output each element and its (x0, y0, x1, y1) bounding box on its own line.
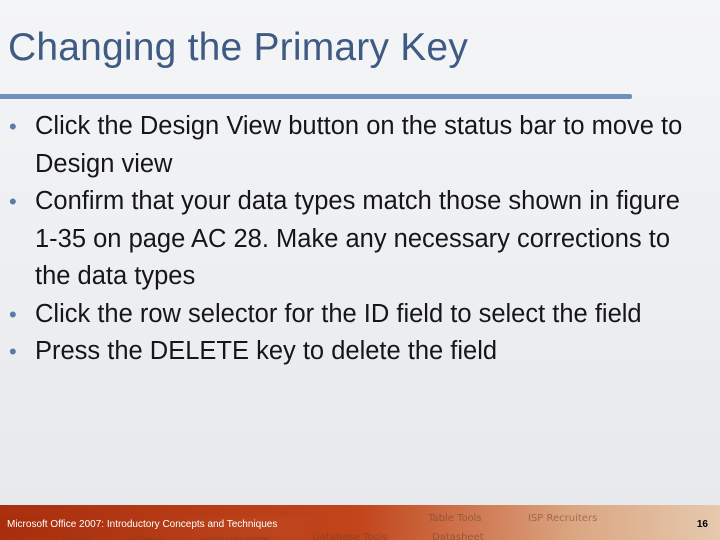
page-number: 16 (696, 519, 708, 530)
bullet-item: • Press the DELETE key to delete the fie… (8, 333, 703, 371)
bullet-icon: • (9, 301, 17, 327)
bullet-text: Click the row selector for the ID field … (35, 299, 642, 328)
footer-text: Microsoft Office 2007: Introductory Conc… (7, 519, 278, 530)
bullet-icon: • (9, 189, 17, 214)
slide-title: Changing the Primary Key (8, 26, 469, 69)
bullet-item: • Click the Design View button on the st… (8, 108, 703, 183)
ribbon-label: ISP Recruiters (528, 513, 598, 524)
bullet-icon: • (9, 339, 17, 364)
title-divider (0, 94, 632, 99)
bullet-item: • Confirm that your data types match tho… (8, 183, 703, 296)
bullet-icon: • (9, 114, 17, 139)
bullet-item: • Click the row selector for the ID fiel… (8, 296, 703, 334)
footer-bar: Table Tools ISP Recruiters Home Create E… (0, 505, 720, 540)
bullet-text: Confirm that your data types match those… (35, 187, 680, 290)
ribbon-label: Datasheet (432, 532, 484, 540)
bullet-text: Click the Design View button on the stat… (35, 112, 683, 178)
bullet-list: • Click the Design View button on the st… (8, 108, 703, 371)
bullet-text: Press the DELETE key to delete the field (35, 337, 498, 365)
ribbon-label: Table Tools (428, 513, 482, 524)
